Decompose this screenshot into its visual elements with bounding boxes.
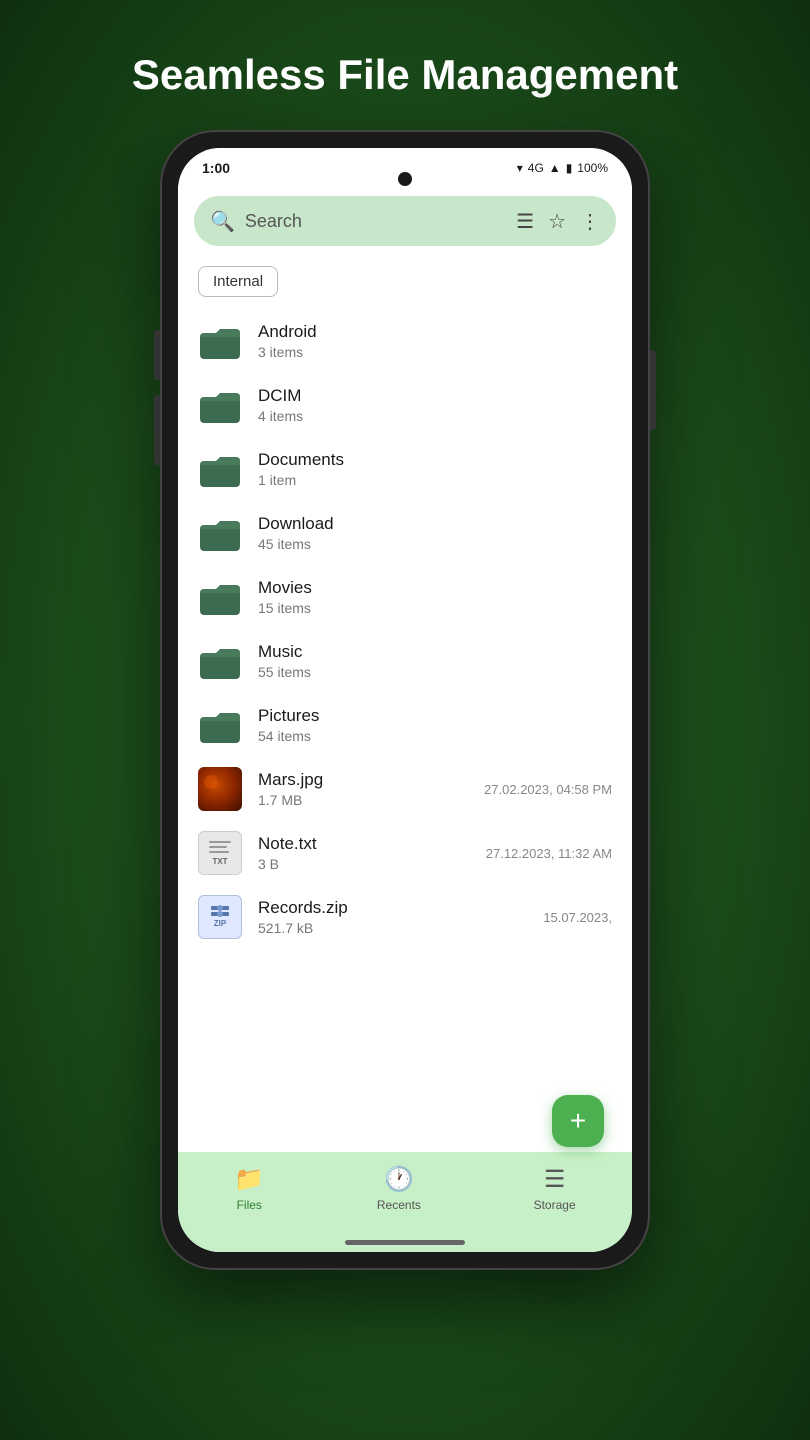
file-item[interactable]: TXT Note.txt 3 B 27.12.2023, 11:32 AM — [178, 821, 632, 885]
filter-icon[interactable]: ☰ — [516, 209, 534, 234]
wifi-icon: ▾ — [517, 161, 523, 175]
recents-label: Recents — [377, 1198, 421, 1212]
folder-name: Movies — [258, 578, 612, 598]
star-icon[interactable]: ☆ — [548, 209, 566, 234]
nav-recents[interactable]: 🕐 Recents — [377, 1165, 421, 1212]
mars-thumbnail — [198, 767, 242, 811]
txt-thumbnail: TXT — [198, 831, 242, 875]
folder-count: 55 items — [258, 664, 612, 680]
file-size: 3 B — [258, 856, 470, 872]
folder-info: Music 55 items — [258, 642, 612, 680]
folder-info: Documents 1 item — [258, 450, 612, 488]
folder-count: 3 items — [258, 344, 612, 360]
recents-icon: 🕐 — [384, 1165, 414, 1194]
more-icon[interactable]: ⋮ — [580, 209, 600, 234]
folder-icon — [198, 639, 242, 683]
search-bar-container: 🔍 Search ☰ ☆ ⋮ — [178, 188, 632, 258]
home-indicator — [178, 1232, 632, 1252]
file-info: Note.txt 3 B — [258, 834, 470, 872]
storage-icon: ☰ — [544, 1165, 566, 1194]
folder-item[interactable]: Pictures 54 items — [178, 693, 632, 757]
home-bar — [345, 1240, 465, 1245]
file-item[interactable]: Mars.jpg 1.7 MB 27.02.2023, 04:58 PM — [178, 757, 632, 821]
folder-count: 54 items — [258, 728, 612, 744]
phone-mockup: 1:00 ▾ 4G ▲ ▮ 100% 🔍 Search ☰ ☆ ⋮ — [160, 130, 650, 1270]
search-placeholder[interactable]: Search — [245, 211, 506, 232]
folder-name: DCIM — [258, 386, 612, 406]
folder-info: Android 3 items — [258, 322, 612, 360]
folder-name: Documents — [258, 450, 612, 470]
fab-plus-icon: + — [570, 1107, 586, 1135]
folder-name: Music — [258, 642, 612, 662]
folder-item[interactable]: Movies 15 items — [178, 565, 632, 629]
folder-count: 4 items — [258, 408, 612, 424]
folder-item[interactable]: Music 55 items — [178, 629, 632, 693]
folder-name: Pictures — [258, 706, 612, 726]
vol-up-button — [154, 330, 160, 380]
camera-notch — [398, 172, 412, 186]
folder-info: Pictures 54 items — [258, 706, 612, 744]
folder-name: Android — [258, 322, 612, 342]
search-bar[interactable]: 🔍 Search ☰ ☆ ⋮ — [194, 196, 616, 246]
folder-item[interactable]: Android 3 items — [178, 309, 632, 373]
network-label: 4G — [528, 161, 544, 175]
folder-name: Download — [258, 514, 612, 534]
zip-thumbnail: ZIP — [198, 895, 242, 939]
folder-info: DCIM 4 items — [258, 386, 612, 424]
page-headline: Seamless File Management — [92, 50, 718, 100]
folder-list: Android 3 items DCIM 4 items Documents 1… — [178, 309, 632, 757]
folder-icon — [198, 575, 242, 619]
vol-down-button — [154, 395, 160, 465]
fab-button[interactable]: + — [552, 1095, 604, 1147]
signal-icon: ▲ — [549, 161, 561, 175]
battery-icon: ▮ — [566, 161, 573, 175]
nav-files[interactable]: 📁 Files — [234, 1165, 264, 1212]
folder-info: Movies 15 items — [258, 578, 612, 616]
status-bar: 1:00 ▾ 4G ▲ ▮ 100% — [178, 148, 632, 188]
file-info: Mars.jpg 1.7 MB — [258, 770, 468, 808]
file-size: 521.7 kB — [258, 920, 527, 936]
bottom-nav: 📁 Files 🕐 Recents ☰ Storage — [178, 1152, 632, 1232]
folder-count: 45 items — [258, 536, 612, 552]
file-date: 27.12.2023, 11:32 AM — [486, 846, 612, 861]
file-date: 15.07.2023, — [543, 910, 612, 925]
folder-icon — [198, 319, 242, 363]
file-name: Note.txt — [258, 834, 470, 854]
folder-icon — [198, 383, 242, 427]
phone-screen: 1:00 ▾ 4G ▲ ▮ 100% 🔍 Search ☰ ☆ ⋮ — [178, 148, 632, 1252]
folder-count: 1 item — [258, 472, 612, 488]
storage-label: Storage — [534, 1198, 576, 1212]
file-item[interactable]: ZIP Records.zip 521.7 kB 15.07.2023, — [178, 885, 632, 949]
folder-item[interactable]: DCIM 4 items — [178, 373, 632, 437]
status-time: 1:00 — [202, 160, 230, 176]
nav-storage[interactable]: ☰ Storage — [534, 1165, 576, 1212]
file-name: Mars.jpg — [258, 770, 468, 790]
battery-label: 100% — [577, 161, 608, 175]
search-actions: ☰ ☆ ⋮ — [516, 209, 600, 234]
folder-icon — [198, 703, 242, 747]
files-icon: 📁 — [234, 1165, 264, 1194]
file-items: Mars.jpg 1.7 MB 27.02.2023, 04:58 PM TXT… — [178, 757, 632, 949]
file-list: Internal Android 3 items DCIM 4 items — [178, 258, 632, 1152]
folder-count: 15 items — [258, 600, 612, 616]
search-icon: 🔍 — [210, 209, 235, 234]
status-icons: ▾ 4G ▲ ▮ 100% — [517, 161, 608, 175]
internal-label: Internal — [198, 266, 278, 297]
file-info: Records.zip 521.7 kB — [258, 898, 527, 936]
folder-icon — [198, 447, 242, 491]
folder-item[interactable]: Documents 1 item — [178, 437, 632, 501]
file-size: 1.7 MB — [258, 792, 468, 808]
folder-icon — [198, 511, 242, 555]
files-label: Files — [237, 1198, 262, 1212]
file-name: Records.zip — [258, 898, 527, 918]
file-date: 27.02.2023, 04:58 PM — [484, 782, 612, 797]
folder-info: Download 45 items — [258, 514, 612, 552]
folder-item[interactable]: Download 45 items — [178, 501, 632, 565]
power-button — [650, 350, 656, 430]
internal-badge[interactable]: Internal — [198, 266, 278, 297]
